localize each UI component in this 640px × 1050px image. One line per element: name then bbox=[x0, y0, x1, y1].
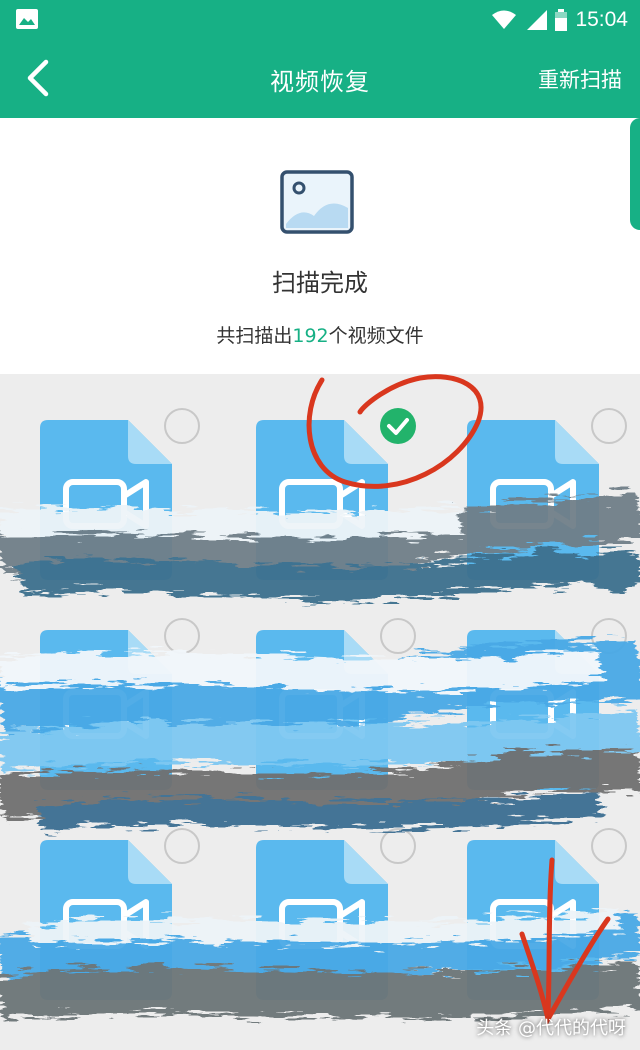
scrollbar-thumb[interactable] bbox=[630, 118, 640, 230]
select-checkbox[interactable] bbox=[591, 618, 627, 654]
watermark: 头条 @代代的代呀 bbox=[476, 1018, 626, 1039]
video-file-icon bbox=[467, 630, 599, 790]
scan-count: 共扫描出192个视频文件 bbox=[0, 321, 640, 348]
video-file-icon bbox=[40, 840, 172, 1000]
select-checkbox[interactable] bbox=[164, 618, 200, 654]
video-file-card[interactable] bbox=[40, 618, 200, 790]
video-file-icon bbox=[256, 840, 388, 1000]
select-checkbox[interactable] bbox=[591, 828, 627, 864]
video-file-card[interactable] bbox=[40, 828, 200, 1000]
video-file-icon bbox=[40, 630, 172, 790]
count-value: 192 bbox=[292, 325, 329, 347]
battery-icon bbox=[555, 9, 568, 31]
select-checkbox[interactable] bbox=[591, 408, 627, 444]
video-file-card[interactable] bbox=[467, 828, 627, 1000]
select-checkbox[interactable] bbox=[380, 828, 416, 864]
count-suffix: 个视频文件 bbox=[328, 325, 424, 347]
video-file-card[interactable] bbox=[467, 618, 627, 790]
status-bar: 15:04 bbox=[0, 0, 640, 40]
video-file-icon bbox=[467, 420, 599, 580]
image-icon bbox=[16, 9, 38, 29]
video-file-icon bbox=[256, 630, 388, 790]
video-file-card[interactable] bbox=[256, 408, 416, 580]
select-checkbox[interactable] bbox=[164, 828, 200, 864]
scan-summary: 扫描完成 共扫描出192个视频文件 bbox=[0, 118, 640, 374]
rescan-button[interactable]: 重新扫描 bbox=[538, 64, 622, 94]
scan-status: 扫描完成 bbox=[272, 269, 368, 297]
video-file-icon bbox=[40, 420, 172, 580]
count-prefix: 共扫描出 bbox=[216, 325, 293, 347]
video-file-card[interactable] bbox=[256, 618, 416, 790]
app-bar: 视频恢复 重新扫描 bbox=[0, 40, 640, 118]
clock: 15:04 bbox=[575, 8, 628, 31]
picture-icon bbox=[280, 170, 354, 234]
video-file-card[interactable] bbox=[467, 408, 627, 580]
checked-checkbox[interactable] bbox=[380, 408, 416, 444]
wifi-icon bbox=[492, 10, 517, 29]
video-file-card[interactable] bbox=[256, 828, 416, 1000]
select-checkbox[interactable] bbox=[164, 408, 200, 444]
checkmark-icon bbox=[387, 418, 409, 435]
video-file-card[interactable] bbox=[40, 408, 200, 580]
select-checkbox[interactable] bbox=[380, 618, 416, 654]
signal-icon bbox=[527, 10, 548, 30]
video-file-icon bbox=[256, 420, 388, 580]
video-file-icon bbox=[467, 840, 599, 1000]
video-file-grid bbox=[0, 374, 640, 1050]
